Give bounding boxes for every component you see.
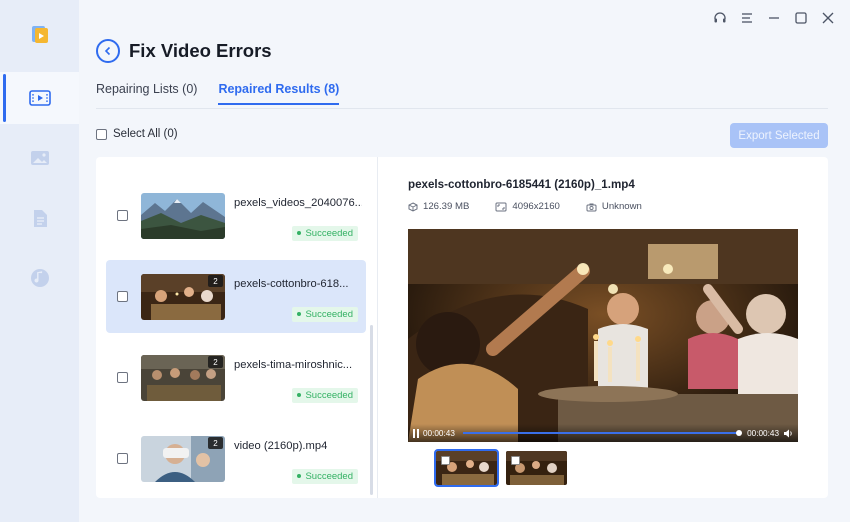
- current-time: 00:00:43: [423, 428, 455, 438]
- status-badge: Succeeded: [292, 469, 358, 484]
- music-icon: [30, 269, 49, 287]
- file-list: pexels_videos_2040076... Succeeded 2 pex…: [96, 157, 377, 498]
- item-file-name: pexels-tima-miroshnic...: [234, 359, 353, 371]
- video-thumbnail: 2: [141, 355, 225, 401]
- file-resolution: 4096x2160: [495, 201, 560, 212]
- video-thumbnail: 2: [141, 274, 225, 320]
- tab-repairing-lists[interactable]: Repairing Lists (0): [96, 79, 197, 105]
- file-device: Unknown: [586, 201, 642, 212]
- minimize-button[interactable]: [766, 10, 782, 26]
- tab-divider: [96, 108, 828, 109]
- sidebar-item-photo-repair[interactable]: [0, 132, 79, 184]
- clip-checkbox[interactable]: [441, 456, 450, 465]
- results-panel: pexels_videos_2040076... Succeeded 2 pex…: [96, 157, 828, 498]
- page-title: Fix Video Errors: [129, 40, 272, 61]
- box-icon: [408, 201, 418, 212]
- camera-icon: [586, 203, 597, 211]
- sidebar-item-audio-repair[interactable]: [0, 252, 79, 304]
- clip-thumbnail[interactable]: [506, 451, 567, 485]
- menu-button[interactable]: [739, 10, 755, 26]
- clip-thumbnails: [434, 449, 567, 487]
- chevron-left-icon: [104, 46, 111, 56]
- item-checkbox[interactable]: [117, 453, 128, 464]
- headset-icon: [714, 12, 726, 23]
- file-device-value: Unknown: [601, 201, 642, 212]
- item-checkbox[interactable]: [117, 291, 128, 302]
- app-logo-icon: [31, 26, 48, 43]
- close-icon: [822, 12, 834, 24]
- file-meta: 126.39 MB 4096x2160 Unknown: [408, 201, 642, 212]
- tab-bar: Repairing Lists (0) Repaired Results (8): [96, 79, 339, 105]
- status-badge: Succeeded: [292, 388, 358, 403]
- preview-pane: pexels-cottonbro-6185441 (2160p)_1.mp4 1…: [377, 157, 828, 498]
- item-checkbox[interactable]: [117, 372, 128, 383]
- list-item[interactable]: 2 pexels-tima-miroshnic... Succeeded: [106, 341, 366, 414]
- resolution-icon: [495, 202, 507, 211]
- app-logo: [0, 8, 79, 60]
- player-controls: 00:00:43 00:00:43: [408, 424, 798, 442]
- clip-thumbnail[interactable]: [434, 449, 499, 487]
- document-icon: [33, 209, 47, 227]
- sidebar-item-video-repair[interactable]: [0, 72, 79, 124]
- back-button[interactable]: [96, 39, 120, 63]
- status-badge: Succeeded: [292, 226, 358, 241]
- select-all-control[interactable]: Select All (0): [96, 128, 178, 140]
- video-thumbnail: 2: [141, 436, 225, 482]
- list-item[interactable]: 2 video (2160p).mp4 Succeeded: [106, 422, 366, 495]
- window-controls: [712, 10, 836, 26]
- file-size: 126.39 MB: [408, 201, 469, 212]
- list-item[interactable]: pexels_videos_2040076... Succeeded: [106, 179, 366, 252]
- tab-repaired-results[interactable]: Repaired Results (8): [218, 79, 339, 105]
- clip-count-badge: 2: [208, 437, 223, 449]
- item-file-name: pexels_videos_2040076...: [234, 197, 362, 209]
- pause-button[interactable]: [413, 428, 419, 438]
- maximize-icon: [795, 12, 807, 24]
- clip-checkbox[interactable]: [511, 456, 520, 465]
- select-all-checkbox[interactable]: [96, 128, 107, 140]
- status-badge: Succeeded: [292, 307, 358, 322]
- duration: 00:00:43: [747, 428, 779, 438]
- clip-count-badge: 2: [208, 356, 223, 368]
- file-resolution-value: 4096x2160: [512, 201, 560, 212]
- sidebar: [0, 0, 79, 522]
- main-content: Fix Video Errors Repairing Lists (0) Rep…: [79, 0, 850, 522]
- video-player[interactable]: 00:00:43 00:00:43: [408, 229, 798, 442]
- image-icon: [30, 151, 49, 165]
- close-button[interactable]: [820, 10, 836, 26]
- support-button[interactable]: [712, 10, 728, 26]
- list-scrollbar[interactable]: [370, 325, 373, 495]
- clip-count-badge: 2: [208, 275, 223, 287]
- sidebar-item-file-repair[interactable]: [0, 192, 79, 244]
- file-size-value: 126.39 MB: [423, 201, 470, 212]
- video-thumbnail: [141, 193, 225, 239]
- video-repair-icon: [28, 90, 51, 106]
- seek-bar[interactable]: [462, 430, 743, 436]
- item-file-name: pexels-cottonbro-618...: [234, 278, 349, 290]
- seek-handle[interactable]: [736, 430, 743, 436]
- volume-icon[interactable]: [783, 429, 793, 438]
- item-file-name: video (2160p).mp4: [234, 440, 328, 452]
- list-item[interactable]: 2 pexels-cottonbro-618... Succeeded: [106, 260, 366, 333]
- minimize-icon: [769, 17, 779, 19]
- preview-file-name: pexels-cottonbro-6185441 (2160p)_1.mp4: [408, 178, 635, 191]
- item-checkbox[interactable]: [117, 210, 128, 221]
- select-all-label: Select All (0): [113, 128, 178, 140]
- video-frame: [408, 229, 798, 442]
- menu-icon: [742, 13, 752, 23]
- maximize-button[interactable]: [793, 10, 809, 26]
- export-selected-button[interactable]: Export Selected: [730, 123, 828, 148]
